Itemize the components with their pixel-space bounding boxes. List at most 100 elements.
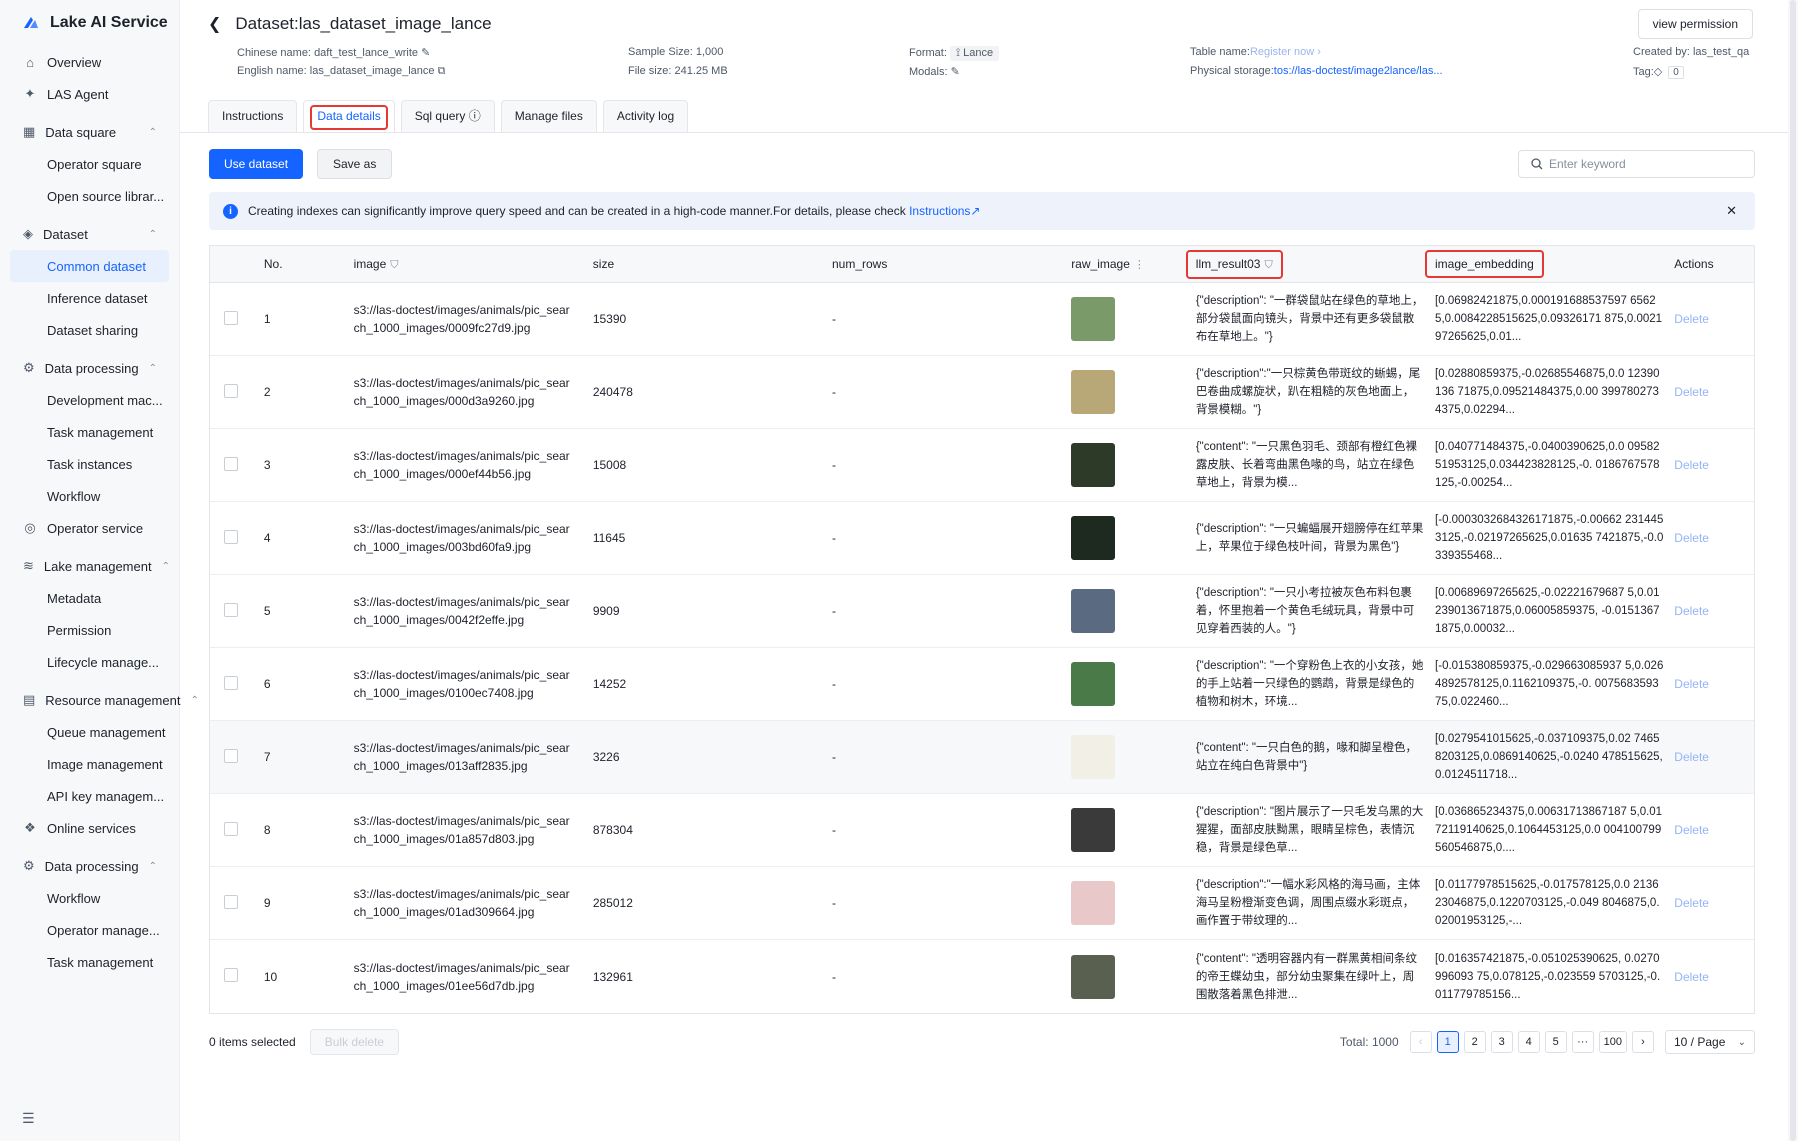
page-size-select[interactable]: 10 / Page ⌄: [1665, 1030, 1755, 1054]
vertical-scrollbar[interactable]: [1788, 0, 1798, 1141]
page-5[interactable]: 5: [1544, 1031, 1567, 1053]
table-row[interactable]: 7 s3://las-doctest/images/animals/pic_sea…: [210, 721, 1754, 794]
row-checkbox[interactable]: [224, 675, 238, 690]
back-icon[interactable]: ❮: [208, 14, 221, 34]
row-checkbox[interactable]: [224, 968, 238, 982]
row-checkbox[interactable]: [224, 383, 238, 398]
tab-activity-log[interactable]: Activity log: [602, 100, 689, 132]
table-row[interactable]: 10 s3://las-doctest/images/animals/pic_se…: [210, 940, 1754, 1013]
table-row[interactable]: 5 s3://las-doctest/images/animals/pic_sea…: [210, 575, 1754, 648]
table-row[interactable]: 1 s3://las-doctest/images/animals/pic_sea…: [210, 283, 1754, 356]
image-thumbnail[interactable]: [1071, 881, 1116, 925]
col-image[interactable]: image ⛉: [354, 257, 593, 272]
search-input[interactable]: [1549, 157, 1739, 171]
sidebar-item-las-agent[interactable]: ✦ LAS Agent: [10, 78, 169, 110]
close-icon[interactable]: ✕: [1726, 203, 1737, 219]
delete-link[interactable]: Delete: [1674, 823, 1709, 837]
image-thumbnail[interactable]: [1071, 735, 1116, 779]
row-checkbox[interactable]: [224, 602, 238, 617]
delete-link[interactable]: Delete: [1674, 896, 1709, 910]
sidebar-item-operator-square[interactable]: Operator square: [10, 148, 169, 180]
image-thumbnail[interactable]: [1071, 808, 1116, 852]
tag-count[interactable]: 0: [1668, 66, 1684, 79]
filter-icon[interactable]: ⛉: [390, 259, 398, 271]
save-as-button[interactable]: Save as: [317, 149, 393, 179]
row-checkbox[interactable]: [224, 529, 238, 544]
delete-link[interactable]: Delete: [1674, 677, 1709, 691]
tab-manage-files[interactable]: Manage files: [500, 100, 597, 132]
table-row[interactable]: 3 s3://las-doctest/images/animals/pic_sea…: [210, 429, 1754, 502]
page-3[interactable]: 3: [1490, 1031, 1513, 1053]
page-1[interactable]: 1: [1436, 1031, 1459, 1053]
sidebar-item-open-source-librar[interactable]: Open source librar...: [10, 180, 169, 212]
brand[interactable]: Lake AI Service: [0, 0, 179, 46]
use-dataset-button[interactable]: Use dataset: [209, 149, 304, 179]
physical-storage-link[interactable]: tos://las-doctest/image2lance/las...: [1274, 65, 1443, 77]
table-row[interactable]: 4 s3://las-doctest/images/animals/pic_sea…: [210, 502, 1754, 575]
sidebar-item-permission[interactable]: Permission: [10, 614, 169, 646]
row-checkbox[interactable]: [224, 821, 238, 836]
edit-icon[interactable]: ✎: [421, 47, 430, 59]
delete-link[interactable]: Delete: [1674, 604, 1709, 618]
image-thumbnail[interactable]: [1071, 297, 1116, 341]
sidebar-item-online-services[interactable]: ❖ Online services: [10, 812, 169, 844]
sidebar-item-task-instances[interactable]: Task instances: [10, 448, 169, 480]
sidebar-item-metadata[interactable]: Metadata: [10, 582, 169, 614]
register-now-link[interactable]: Register now: [1250, 46, 1314, 58]
table-row[interactable]: 2 s3://las-doctest/images/animals/pic_sea…: [210, 356, 1754, 429]
more-pages-icon[interactable]: ···: [1571, 1031, 1594, 1053]
sidebar-item-task-management[interactable]: Task management: [10, 946, 169, 978]
tab-sql-query[interactable]: Sql query ⓘ: [400, 100, 495, 132]
table-row[interactable]: 9 s3://las-doctest/images/animals/pic_sea…: [210, 867, 1754, 940]
row-checkbox[interactable]: [224, 894, 238, 909]
image-thumbnail[interactable]: [1071, 370, 1116, 414]
image-thumbnail[interactable]: [1071, 954, 1116, 999]
sidebar-item-operator-manage[interactable]: Operator manage...: [10, 914, 169, 946]
edit-modals-icon[interactable]: ✎: [951, 66, 960, 78]
table-row[interactable]: 6 s3://las-doctest/images/animals/pic_sea…: [210, 648, 1754, 721]
delete-link[interactable]: Delete: [1674, 750, 1709, 764]
sidebar-group-data-processing[interactable]: ⚙ Data processing ⌃: [10, 850, 169, 882]
prev-page-icon[interactable]: ‹: [1409, 1031, 1432, 1053]
delete-link[interactable]: Delete: [1674, 385, 1709, 399]
sidebar-item-inference-dataset[interactable]: Inference dataset: [10, 282, 169, 314]
delete-link[interactable]: Delete: [1674, 970, 1709, 984]
sidebar-item-operator-service[interactable]: ◎ Operator service: [10, 512, 169, 544]
row-checkbox[interactable]: [224, 748, 238, 763]
sidebar-item-task-management[interactable]: Task management: [10, 416, 169, 448]
sidebar-group-lake-management[interactable]: ≋ Lake management ⌃: [10, 550, 170, 582]
delete-link[interactable]: Delete: [1674, 458, 1709, 472]
sidebar-item-queue-management[interactable]: Queue management: [10, 716, 169, 748]
tab-data-details[interactable]: Data details: [303, 100, 395, 132]
view-permission-button[interactable]: view permission: [1637, 9, 1753, 39]
more-vertical-icon[interactable]: ⋮: [1134, 259, 1145, 271]
image-thumbnail[interactable]: [1071, 589, 1116, 633]
sidebar-group-data-processing[interactable]: ⚙ Data processing ⌃: [10, 352, 169, 384]
row-checkbox[interactable]: [224, 310, 238, 325]
menu-collapse-icon[interactable]: ☰: [22, 1110, 35, 1127]
scrollbar-thumb[interactable]: [1790, 0, 1796, 1141]
bulk-delete-button[interactable]: Bulk delete: [309, 1029, 400, 1055]
delete-link[interactable]: Delete: [1674, 312, 1709, 326]
page-100[interactable]: 100: [1598, 1031, 1627, 1053]
sidebar-item-lifecycle-manage[interactable]: Lifecycle manage...: [10, 646, 169, 678]
delete-link[interactable]: Delete: [1674, 531, 1709, 545]
next-page-icon[interactable]: ›: [1632, 1031, 1654, 1053]
sidebar-item-api-key-managem[interactable]: API key managem...: [10, 780, 169, 812]
sidebar-group-data-square[interactable]: ▦ Data square ⌃: [10, 116, 169, 148]
tab-instructions[interactable]: Instructions: [208, 100, 298, 132]
page-2[interactable]: 2: [1463, 1031, 1486, 1053]
sidebar-item-workflow[interactable]: Workflow: [10, 480, 169, 512]
sidebar-item-overview[interactable]: ⌂ Overview: [10, 46, 169, 78]
sidebar-item-workflow[interactable]: Workflow: [10, 882, 169, 914]
sidebar-item-image-management[interactable]: Image management: [10, 748, 169, 780]
filter-icon[interactable]: ⛉: [1264, 259, 1272, 271]
table-row[interactable]: 8 s3://las-doctest/images/animals/pic_sea…: [210, 794, 1754, 867]
image-thumbnail[interactable]: [1071, 516, 1116, 560]
image-thumbnail[interactable]: [1071, 443, 1116, 487]
image-thumbnail[interactable]: [1071, 662, 1116, 706]
sidebar-item-dataset-sharing[interactable]: Dataset sharing: [10, 314, 169, 346]
sidebar-item-common-dataset[interactable]: Common dataset: [10, 250, 169, 282]
row-checkbox[interactable]: [224, 456, 238, 471]
sidebar-group-resource-management[interactable]: ▤ Resource management ⌃: [10, 684, 199, 716]
